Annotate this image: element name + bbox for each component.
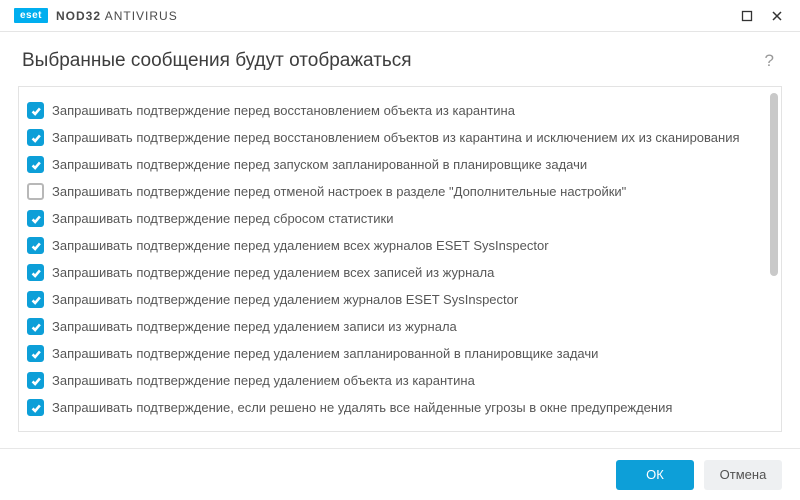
dialog-header: Выбранные сообщения будут отображаться ? <box>0 32 800 86</box>
list-item-label: Запрашивать подтверждение перед отменой … <box>52 184 626 199</box>
list-item: Запрашивать подтверждение перед восстано… <box>27 124 775 151</box>
messages-list: Запрашивать подтверждение перед восстано… <box>27 97 775 421</box>
list-item-label: Запрашивать подтверждение перед восстано… <box>52 130 740 145</box>
window-close-button[interactable] <box>762 4 792 28</box>
check-icon <box>30 402 42 414</box>
list-item: Запрашивать подтверждение перед удаление… <box>27 340 775 367</box>
list-item: Запрашивать подтверждение перед удаление… <box>27 259 775 286</box>
checkbox[interactable] <box>27 210 44 227</box>
check-icon <box>30 294 42 306</box>
app-title-rest: ANTIVIRUS <box>101 9 178 23</box>
check-icon <box>30 159 42 171</box>
list-item-label: Запрашивать подтверждение перед удаление… <box>52 238 549 253</box>
list-item-label: Запрашивать подтверждение перед удаление… <box>52 319 457 334</box>
scrollbar-thumb[interactable] <box>770 93 778 276</box>
app-title-bold: NOD32 <box>56 9 101 23</box>
list-item: Запрашивать подтверждение перед удаление… <box>27 367 775 394</box>
checkbox[interactable] <box>27 264 44 281</box>
check-icon <box>30 375 42 387</box>
checkbox[interactable] <box>27 102 44 119</box>
checkbox[interactable] <box>27 372 44 389</box>
maximize-icon <box>741 10 753 22</box>
list-item: Запрашивать подтверждение перед сбросом … <box>27 205 775 232</box>
checkbox[interactable] <box>27 399 44 416</box>
titlebar: eset NOD32 ANTIVIRUS <box>0 0 800 32</box>
check-icon <box>30 105 42 117</box>
scrollbar[interactable] <box>770 93 778 425</box>
ok-button[interactable]: ОК <box>616 460 694 490</box>
messages-list-container: Запрашивать подтверждение перед восстано… <box>18 86 782 432</box>
brand-badge: eset <box>14 8 48 23</box>
checkbox[interactable] <box>27 291 44 308</box>
list-item: Запрашивать подтверждение, если решено н… <box>27 394 775 421</box>
list-item-label: Запрашивать подтверждение перед удаление… <box>52 346 598 361</box>
check-icon <box>30 213 42 225</box>
check-icon <box>30 348 42 360</box>
list-item: Запрашивать подтверждение перед отменой … <box>27 178 775 205</box>
checkbox[interactable] <box>27 237 44 254</box>
close-icon <box>771 10 783 22</box>
help-icon: ? <box>765 51 774 70</box>
checkbox[interactable] <box>27 318 44 335</box>
list-item: Запрашивать подтверждение перед удаление… <box>27 286 775 313</box>
cancel-button[interactable]: Отмена <box>704 460 782 490</box>
help-button[interactable]: ? <box>761 51 778 71</box>
list-item-label: Запрашивать подтверждение перед сбросом … <box>52 211 393 226</box>
list-item: Запрашивать подтверждение перед удаление… <box>27 232 775 259</box>
list-item-label: Запрашивать подтверждение перед удаление… <box>52 265 494 280</box>
check-icon <box>30 132 42 144</box>
list-item-label: Запрашивать подтверждение перед удаление… <box>52 373 475 388</box>
check-icon <box>30 321 42 333</box>
list-item: Запрашивать подтверждение перед восстано… <box>27 97 775 124</box>
list-item-label: Запрашивать подтверждение перед запуском… <box>52 157 587 172</box>
list-item-label: Запрашивать подтверждение, если решено н… <box>52 400 672 415</box>
check-icon <box>30 267 42 279</box>
list-item-label: Запрашивать подтверждение перед удаление… <box>52 292 518 307</box>
checkbox[interactable] <box>27 183 44 200</box>
page-title: Выбранные сообщения будут отображаться <box>22 50 761 72</box>
checkbox[interactable] <box>27 129 44 146</box>
checkbox[interactable] <box>27 345 44 362</box>
dialog-footer: ОК Отмена <box>0 448 800 500</box>
list-item-label: Запрашивать подтверждение перед восстано… <box>52 103 515 118</box>
app-title: NOD32 ANTIVIRUS <box>56 9 178 23</box>
list-item: Запрашивать подтверждение перед удаление… <box>27 313 775 340</box>
check-icon <box>30 240 42 252</box>
list-item: Запрашивать подтверждение перед запуском… <box>27 151 775 178</box>
window-maximize-button[interactable] <box>732 4 762 28</box>
checkbox[interactable] <box>27 156 44 173</box>
